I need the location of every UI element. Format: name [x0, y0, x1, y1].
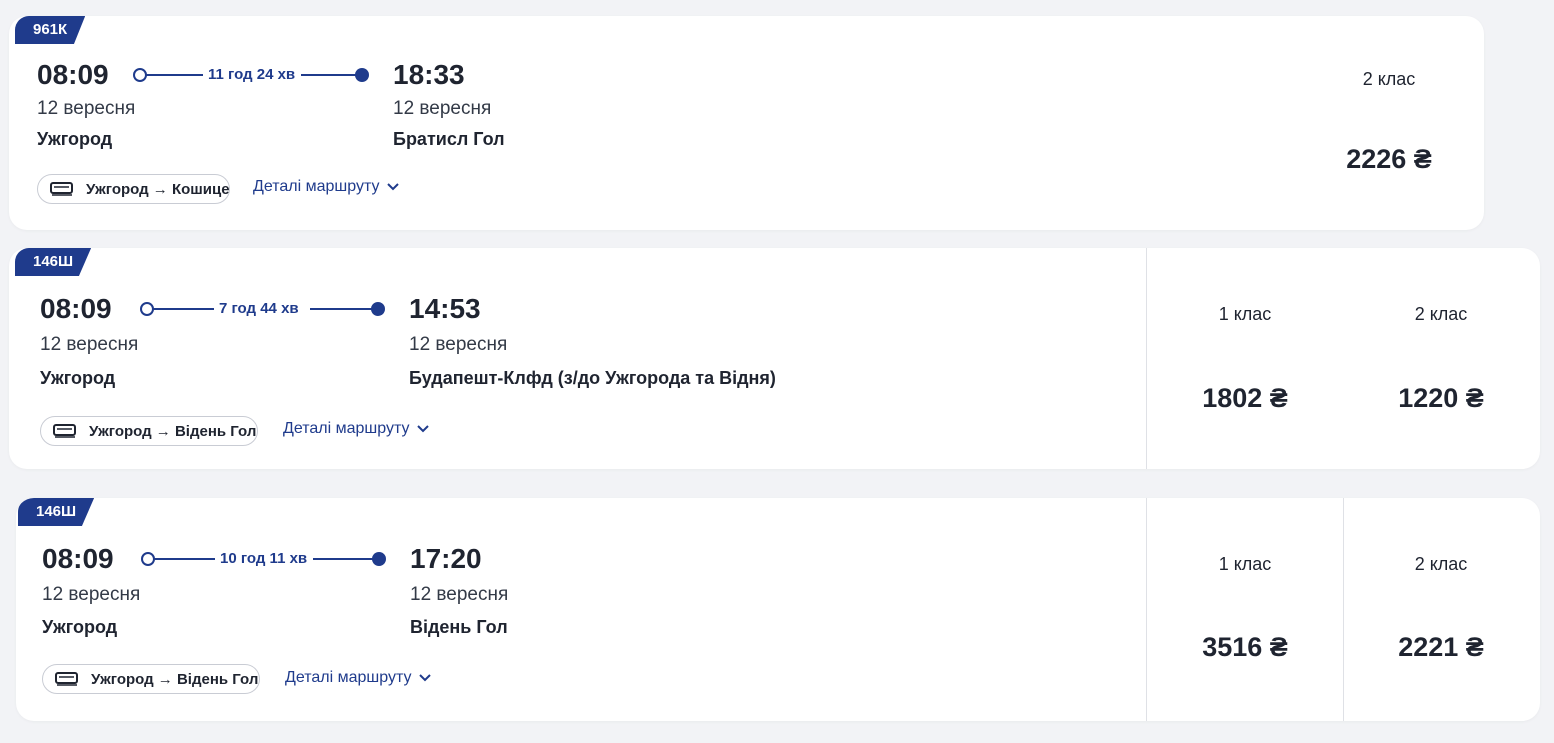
arrival-station: Будапешт-Клфд (з/до Ужгорода та Відня) [409, 368, 776, 388]
route-line: 7 год 44 хв [140, 300, 385, 317]
departure-time: 08:09 [42, 543, 114, 574]
class-price[interactable]: 2221 ₴ [1361, 632, 1521, 663]
route-line: 10 год 11 хв [141, 550, 386, 567]
train-number-badge: 961К [15, 16, 86, 44]
trip-card[interactable]: 146Ш 08:09 7 год 44 хв 14:53 12 вересня … [9, 248, 1540, 469]
class-price[interactable]: 2226 ₴ [1309, 144, 1469, 175]
chevron-down-icon [419, 674, 432, 682]
arrival-time: 14:53 [409, 293, 481, 324]
departure-time: 08:09 [37, 59, 109, 90]
route-details-label: Деталі маршруту [253, 178, 380, 195]
route-segment-label: Ужгород → Відень Гол [91, 670, 259, 688]
train-number-badge: 146Ш [15, 248, 92, 276]
class-label: 2 клас [1414, 554, 1468, 574]
departure-date: 12 вересня [37, 98, 136, 119]
departure-date: 12 вересня [40, 334, 139, 355]
class-price[interactable]: 3516 ₴ [1165, 632, 1325, 663]
departure-date: 12 вересня [42, 584, 141, 605]
route-segment-chip[interactable]: Ужгород → Кошице [37, 174, 230, 204]
class-price[interactable]: 1802 ₴ [1165, 383, 1325, 414]
class-label: 1 клас [1218, 554, 1272, 574]
chevron-down-icon [417, 425, 430, 433]
arrival-time: 18:33 [393, 59, 465, 90]
class-label: 2 клас [1414, 304, 1468, 324]
departure-station: Ужгород [37, 129, 113, 149]
route-details-label: Деталі маршруту [283, 420, 410, 437]
trip-card[interactable]: 961К 08:09 11 год 24 хв 18:33 12 вересня… [9, 16, 1484, 230]
price-divider [1343, 498, 1344, 721]
route-line: 11 год 24 хв [133, 66, 369, 83]
route-segment-chip[interactable]: Ужгород → Відень Гол [42, 664, 260, 694]
train-number-badge: 146Ш [18, 498, 95, 526]
chevron-down-icon [387, 183, 400, 191]
departure-station: Ужгород [42, 617, 118, 637]
route-segment-label: Ужгород → Кошице [86, 180, 230, 198]
price-divider [1146, 498, 1147, 721]
train-icon [55, 672, 78, 686]
route-details-label: Деталі маршруту [285, 669, 412, 686]
route-segment-chip[interactable]: Ужгород → Відень Гол [40, 416, 258, 446]
trip-duration: 11 год 24 хв [208, 66, 296, 83]
arrival-dot-icon [372, 552, 386, 566]
arrival-station: Братисл Гол [393, 129, 505, 149]
price-divider [1146, 248, 1147, 469]
arrival-date: 12 вересня [410, 584, 509, 605]
departure-time: 08:09 [40, 293, 112, 324]
trip-duration: 7 год 44 хв [219, 300, 299, 317]
arrival-station: Відень Гол [410, 617, 508, 637]
trip-card[interactable]: 146Ш 08:09 10 год 11 хв 17:20 12 вересня… [16, 498, 1540, 721]
train-icon [50, 182, 73, 196]
arrival-dot-icon [371, 302, 385, 316]
arrival-dot-icon [355, 68, 369, 82]
train-icon [53, 424, 76, 438]
class-label: 1 клас [1218, 304, 1272, 324]
arrival-time: 17:20 [410, 543, 482, 574]
class-price[interactable]: 1220 ₴ [1361, 383, 1521, 414]
route-details-link[interactable]: Деталі маршруту [283, 420, 430, 438]
arrival-date: 12 вересня [409, 334, 508, 355]
route-details-link[interactable]: Деталі маршруту [285, 669, 432, 687]
class-label: 2 клас [1362, 69, 1416, 89]
route-segment-label: Ужгород → Відень Гол [89, 422, 257, 440]
departure-station: Ужгород [40, 368, 116, 388]
trip-duration: 10 год 11 хв [220, 550, 308, 567]
arrival-date: 12 вересня [393, 98, 492, 119]
route-details-link[interactable]: Деталі маршруту [253, 178, 400, 196]
